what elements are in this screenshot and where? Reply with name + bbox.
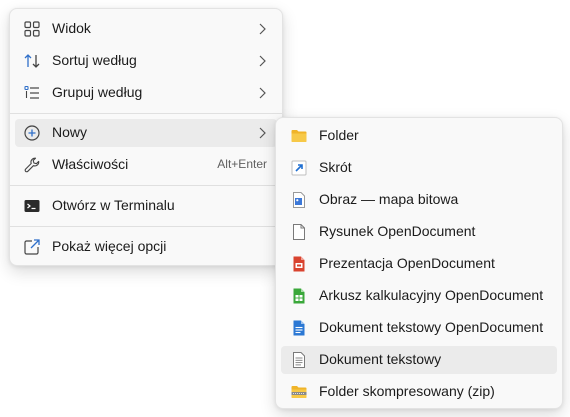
chevron-right-icon xyxy=(259,23,266,35)
menu-item-properties[interactable]: Właściwości Alt+Enter xyxy=(15,151,277,179)
group-icon xyxy=(24,85,39,99)
submenu-item-label: Dokument tekstowy OpenDocument xyxy=(319,319,544,335)
menu-item-label: Nowy xyxy=(52,124,88,140)
spreadsheet-icon xyxy=(293,288,305,304)
submenu-item-label: Dokument tekstowy xyxy=(319,351,442,367)
share-icon xyxy=(24,239,40,255)
menu-item-show-more-options[interactable]: Pokaż więcej opcji xyxy=(15,233,277,261)
menu-separator xyxy=(10,113,282,114)
submenu-item-label: Folder xyxy=(319,127,359,143)
submenu-item-label: Skrót xyxy=(319,159,352,175)
grid-icon xyxy=(24,21,40,37)
submenu-item-label: Rysunek OpenDocument xyxy=(319,223,476,239)
submenu-item-compressed-folder[interactable]: Folder skompresowany (zip) xyxy=(281,378,557,406)
submenu-item-folder[interactable]: Folder xyxy=(281,122,557,150)
menu-item-sort-by[interactable]: Sortuj według xyxy=(15,47,277,75)
new-submenu: Folder Skrót Obraz — mapa bitowa Rysunek… xyxy=(275,117,563,409)
add-circle-icon xyxy=(24,125,40,141)
menu-item-new[interactable]: Nowy xyxy=(15,119,277,147)
submenu-item-bitmap-image[interactable]: Obraz — mapa bitowa xyxy=(281,186,557,214)
submenu-item-label: Prezentacja OpenDocument xyxy=(319,255,495,271)
chevron-right-icon xyxy=(259,127,266,139)
submenu-item-label: Arkusz kalkulacyjny OpenDocument xyxy=(319,287,544,303)
keyboard-shortcut: Alt+Enter xyxy=(217,157,267,171)
folder-icon xyxy=(291,130,307,142)
menu-item-label: Sortuj według xyxy=(52,52,137,68)
drawing-icon xyxy=(293,224,305,240)
submenu-item-label: Folder skompresowany (zip) xyxy=(319,383,495,399)
shortcut-icon xyxy=(291,160,307,176)
submenu-item-label: Obraz — mapa bitowa xyxy=(319,191,459,207)
menu-item-label: Właściwości xyxy=(52,156,129,172)
chevron-right-icon xyxy=(259,55,266,67)
menu-item-open-terminal[interactable]: Otwórz w Terminalu xyxy=(15,192,277,220)
menu-item-label: Pokaż więcej opcji xyxy=(52,238,167,254)
menu-item-label: Grupuj według xyxy=(52,84,143,100)
menu-separator xyxy=(10,226,282,227)
text-document-icon xyxy=(293,320,305,336)
submenu-item-shortcut[interactable]: Skrót xyxy=(281,154,557,182)
context-menu: Widok Sortuj według Grupuj według Nowy W… xyxy=(9,8,283,266)
menu-item-group-by[interactable]: Grupuj według xyxy=(15,79,277,107)
submenu-item-opendocument-drawing[interactable]: Rysunek OpenDocument xyxy=(281,218,557,246)
bitmap-icon xyxy=(293,192,305,208)
plain-text-icon xyxy=(293,352,305,368)
submenu-item-opendocument-text[interactable]: Dokument tekstowy OpenDocument xyxy=(281,314,557,342)
zip-folder-icon xyxy=(291,386,307,398)
wrench-icon xyxy=(24,157,40,173)
submenu-item-opendocument-spreadsheet[interactable]: Arkusz kalkulacyjny OpenDocument xyxy=(281,282,557,310)
menu-item-label: Otwórz w Terminalu xyxy=(52,197,175,213)
menu-item-label: Widok xyxy=(52,20,91,36)
submenu-item-opendocument-presentation[interactable]: Prezentacja OpenDocument xyxy=(281,250,557,278)
terminal-icon xyxy=(24,200,40,212)
submenu-item-text-document[interactable]: Dokument tekstowy xyxy=(281,346,557,374)
chevron-right-icon xyxy=(259,87,266,99)
sort-icon xyxy=(24,54,40,68)
menu-separator xyxy=(10,185,282,186)
presentation-icon xyxy=(293,256,305,272)
menu-item-view[interactable]: Widok xyxy=(15,15,277,43)
